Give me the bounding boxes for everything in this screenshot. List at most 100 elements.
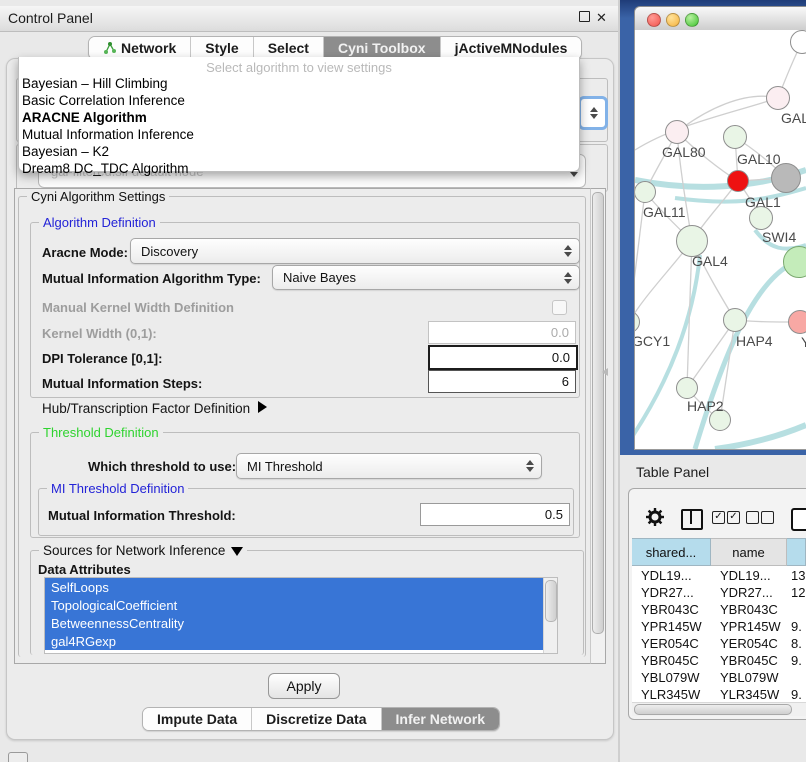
tab-impute-data[interactable]: Impute Data: [143, 708, 252, 730]
show-columns-icon[interactable]: [681, 509, 703, 530]
tab-select[interactable]: Select: [254, 37, 324, 59]
cell-name[interactable]: YER054C: [711, 635, 787, 652]
minimized-window-icon[interactable]: [8, 752, 28, 762]
select-all-checkbox-icon[interactable]: ✓: [712, 511, 725, 524]
cell-shared[interactable]: YPR145W: [632, 618, 711, 635]
splitter-collapse-icon[interactable]: [602, 368, 608, 376]
cell-value[interactable]: 9.: [787, 652, 806, 669]
mi-steps-field[interactable]: 6: [428, 370, 576, 393]
stepper-arrows-icon: [564, 272, 572, 284]
cell-shared[interactable]: YDR27...: [632, 584, 711, 601]
cell-shared[interactable]: YER054C: [632, 635, 711, 652]
cell-name[interactable]: YBR043C: [711, 601, 787, 618]
expand-right-icon: [258, 401, 267, 413]
tab-infer-network[interactable]: Infer Network: [382, 708, 499, 730]
tab-network[interactable]: Network: [89, 37, 191, 59]
settings-scrollbar-thumb[interactable]: [592, 192, 604, 634]
deselect-all-checkbox-icon[interactable]: [761, 511, 774, 524]
table-row[interactable]: YDL19...YDL19...13: [632, 567, 806, 584]
aracne-mode-combobox[interactable]: Discovery: [130, 238, 580, 264]
cell-value[interactable]: 13: [787, 567, 806, 584]
float-window-icon[interactable]: [579, 11, 590, 22]
cell-value[interactable]: [787, 669, 806, 686]
table-row[interactable]: YBL079WYBL079W: [632, 669, 806, 686]
table-hscrollbar-thumb[interactable]: [634, 704, 792, 715]
which-threshold-combobox[interactable]: MI Threshold: [236, 453, 542, 479]
network-window-titlebar[interactable]: [634, 6, 806, 32]
list-item[interactable]: TopologicalCoefficient: [45, 596, 549, 614]
apply-button[interactable]: Apply: [268, 673, 340, 699]
close-icon[interactable]: ✕: [596, 10, 607, 26]
network-node[interactable]: [634, 181, 656, 203]
tab-discretize-data[interactable]: Discretize Data: [252, 708, 381, 730]
mi-threshold-field[interactable]: 0.5: [420, 503, 570, 526]
network-node[interactable]: [766, 86, 790, 110]
table-row[interactable]: YER054CYER054C8.: [632, 635, 806, 652]
network-canvas[interactable]: GAL GAL80 GAL10 GAL1 GAL11 SWI4 GAL4 GCY…: [634, 30, 806, 450]
network-node-selected[interactable]: [727, 170, 749, 192]
dpi-tolerance-field[interactable]: 0.0: [428, 345, 578, 370]
table-row[interactable]: YPR145WYPR145W9.: [632, 618, 806, 635]
data-attributes-list[interactable]: SelfLoops TopologicalCoefficient Between…: [44, 577, 558, 654]
list-scrollbar-thumb[interactable]: [545, 580, 557, 622]
cell-name[interactable]: YDL19...: [711, 567, 787, 584]
cell-value[interactable]: [787, 601, 806, 618]
list-item[interactable]: gal4RGexp: [45, 632, 549, 650]
list-item[interactable]: SelfLoops: [45, 578, 549, 596]
algorithm-combobox-focus-ring[interactable]: [578, 96, 608, 130]
network-node[interactable]: [723, 125, 747, 149]
dropdown-item[interactable]: Basic Correlation Inference: [22, 93, 185, 108]
cell-shared[interactable]: YBR043C: [632, 601, 711, 618]
list-scrollbar-track[interactable]: [543, 578, 557, 653]
network-node[interactable]: [723, 308, 747, 332]
column-header-shared-name[interactable]: shared...: [632, 538, 711, 566]
mi-type-combobox[interactable]: Naive Bayes: [272, 265, 580, 290]
dropdown-item[interactable]: Mutual Information Inference: [22, 127, 194, 142]
cell-shared[interactable]: YDL19...: [632, 567, 711, 584]
node-label: HAP2: [687, 398, 724, 414]
list-item[interactable]: BetweennessCentrality: [45, 614, 549, 632]
table-row[interactable]: YBR043CYBR043C: [632, 601, 806, 618]
cell-value[interactable]: 12: [787, 584, 806, 601]
cell-name[interactable]: YPR145W: [711, 618, 787, 635]
cell-name[interactable]: YDR27...: [711, 584, 787, 601]
cell-shared[interactable]: YBL079W: [632, 669, 711, 686]
zoom-traffic-light-icon[interactable]: [685, 13, 699, 27]
cell-name[interactable]: YBL079W: [711, 669, 787, 686]
network-node[interactable]: [771, 163, 801, 193]
node-label: HAP4: [736, 333, 773, 349]
manual-kernel-checkbox[interactable]: [552, 300, 567, 315]
minimize-traffic-light-icon[interactable]: [666, 13, 680, 27]
dropdown-item[interactable]: Bayesian – K2: [22, 144, 109, 159]
cell-name[interactable]: YBR045C: [711, 652, 787, 669]
tab-jactivemnodules[interactable]: jActiveMNodules: [441, 37, 582, 59]
tab-style-label: Style: [205, 40, 238, 56]
tab-cyni-toolbox-label: Cyni Toolbox: [338, 40, 426, 56]
network-node[interactable]: [788, 310, 806, 334]
tab-style[interactable]: Style: [191, 37, 253, 59]
select-all-checkbox-icon[interactable]: ✓: [727, 511, 740, 524]
tab-cyni-toolbox[interactable]: Cyni Toolbox: [324, 37, 441, 59]
table-body: YDL19...YDL19...13 YDR27...YDR27...12 YB…: [632, 566, 806, 702]
hub-section-header[interactable]: Hub/Transcription Factor Definition: [42, 401, 267, 416]
cell-shared[interactable]: YBR045C: [632, 652, 711, 669]
dropdown-item[interactable]: Dream8 DC_TDC Algorithm: [22, 161, 189, 176]
close-traffic-light-icon[interactable]: [647, 13, 661, 27]
table-row[interactable]: YBR045CYBR045C9.: [632, 652, 806, 669]
table-row[interactable]: YDR27...YDR27...12: [632, 584, 806, 601]
column-header-partial[interactable]: [787, 538, 806, 566]
deselect-all-checkbox-icon[interactable]: [746, 511, 759, 524]
column-header-name[interactable]: name: [711, 538, 787, 566]
new-table-icon[interactable]: [791, 508, 806, 531]
cell-value[interactable]: 9.: [787, 618, 806, 635]
dropdown-item[interactable]: Bayesian – Hill Climbing: [22, 76, 168, 91]
manual-kernel-label: Manual Kernel Width Definition: [42, 300, 234, 315]
network-node[interactable]: [665, 120, 689, 144]
kernel-width-field[interactable]: 0.0: [428, 321, 576, 344]
tab-impute-data-label: Impute Data: [157, 711, 237, 727]
cell-value[interactable]: 8.: [787, 635, 806, 652]
sources-group-header[interactable]: Sources for Network Inference: [39, 543, 247, 558]
dropdown-item-highlighted[interactable]: ARACNE Algorithm: [22, 110, 147, 125]
network-node[interactable]: [676, 377, 698, 399]
gear-icon[interactable]: [646, 508, 664, 526]
